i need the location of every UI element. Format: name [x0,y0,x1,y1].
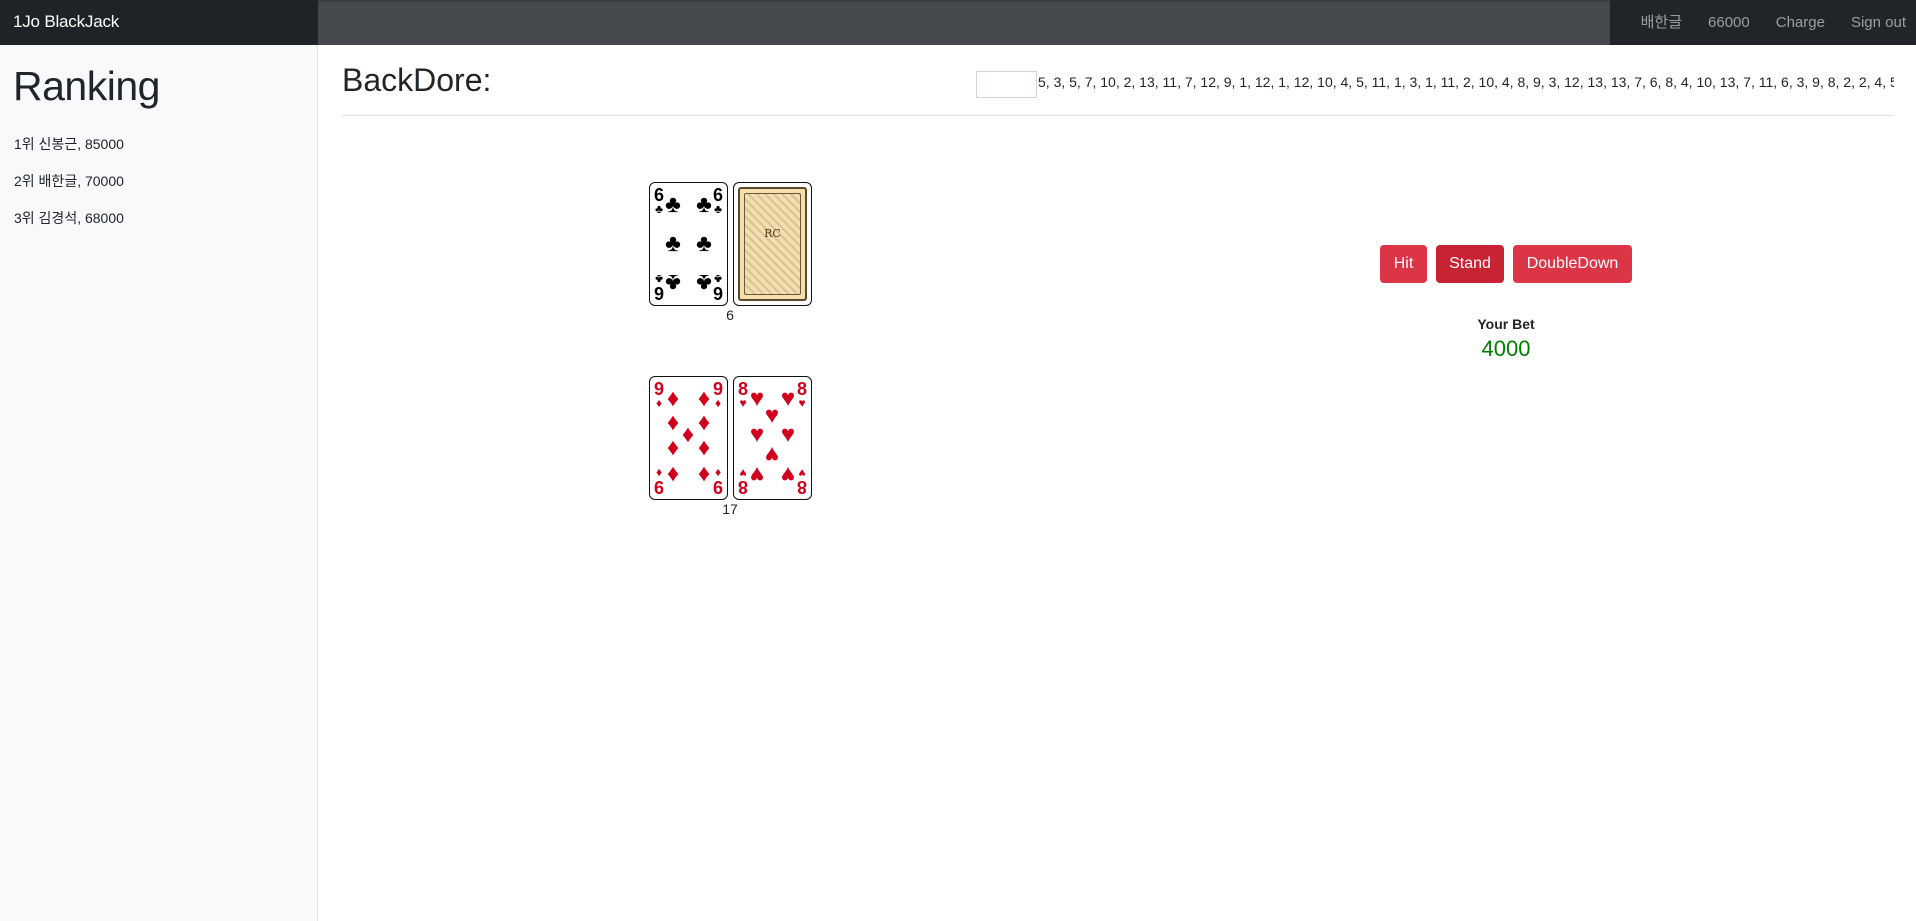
dealer-card-face-down: RC [733,182,812,306]
player-card-9-of-diamonds: 9 ♦ 9 ♦ 9 ♦ 9 ♦ ♦ ♦ ♦ ♦ ♦ ♦ ♦ ♦ ♦ [649,376,728,500]
nav-balance[interactable]: 66000 [1695,0,1763,45]
club-icon: ♣ [665,230,681,257]
heart-icon: ♥ [749,461,765,488]
club-icon: ♣ [665,269,681,296]
nav-charge-link[interactable]: Charge [1763,0,1838,45]
dealer-card-6-of-clubs: 6 ♣ 6 ♣ 6 ♣ 6 ♣ ♣ ♣ ♣ ♣ ♣ ♣ [649,182,728,306]
club-icon: ♣ [696,191,712,218]
diamond-icon: ♦ [666,435,680,462]
header-divider [342,115,1894,116]
card-sequence: 5, 3, 5, 7, 10, 2, 13, 11, 7, 12, 9, 1, … [1038,74,1894,90]
ranking-item: 3위 김경석, 68000 [14,210,124,226]
diamond-icon: ♦ [666,385,680,412]
nav-signout-link[interactable]: Sign out [1838,0,1916,45]
club-icon: ♣ [696,230,712,257]
player-score: 17 [722,501,738,517]
hit-button[interactable]: Hit [1380,245,1427,283]
ranking-item: 2위 배한글, 70000 [14,173,124,189]
ranking-list: 1위 신봉근, 85000 2위 배한글, 70000 3위 김경석, 6800… [14,135,124,246]
diamond-icon: ♦ [697,435,711,462]
top-navbar: 1Jo BlackJack 배한글 66000 Charge Sign out [0,0,1916,45]
page-title: BackDore: [342,62,492,98]
bet-value: 4000 [1481,336,1531,361]
club-icon: ♣ [696,269,712,296]
doubledown-button[interactable]: DoubleDown [1513,245,1632,283]
navbar-search-bar[interactable] [318,0,1610,45]
ranking-item: 1위 신봉근, 85000 [14,136,124,152]
ranking-title: Ranking [13,63,160,109]
stand-button[interactable]: Stand [1436,245,1504,283]
backdoor-input[interactable] [976,71,1037,98]
diamond-icon: ♦ [697,385,711,412]
diamond-icon: ♦ [697,461,711,488]
diamond-icon: ♦ [666,461,680,488]
ranking-sidebar: Ranking 1위 신봉근, 85000 2위 배한글, 70000 3위 김… [0,45,318,921]
dealer-score: 6 [726,307,734,323]
nav-right-group: 배한글 66000 Charge Sign out [1628,0,1916,45]
bet-label: Your Bet [1477,316,1535,332]
player-card-8-of-hearts: 8 ♥ 8 ♥ 8 ♥ 8 ♥ ♥ ♥ ♥ ♥ ♥ ♥ ♥ ♥ [733,376,812,500]
club-icon: ♣ [665,191,681,218]
nav-username[interactable]: 배한글 [1628,0,1695,45]
brand-logo[interactable]: 1Jo BlackJack [0,0,318,45]
heart-icon: ♥ [780,461,796,488]
card-back-monogram: RC [764,227,781,240]
